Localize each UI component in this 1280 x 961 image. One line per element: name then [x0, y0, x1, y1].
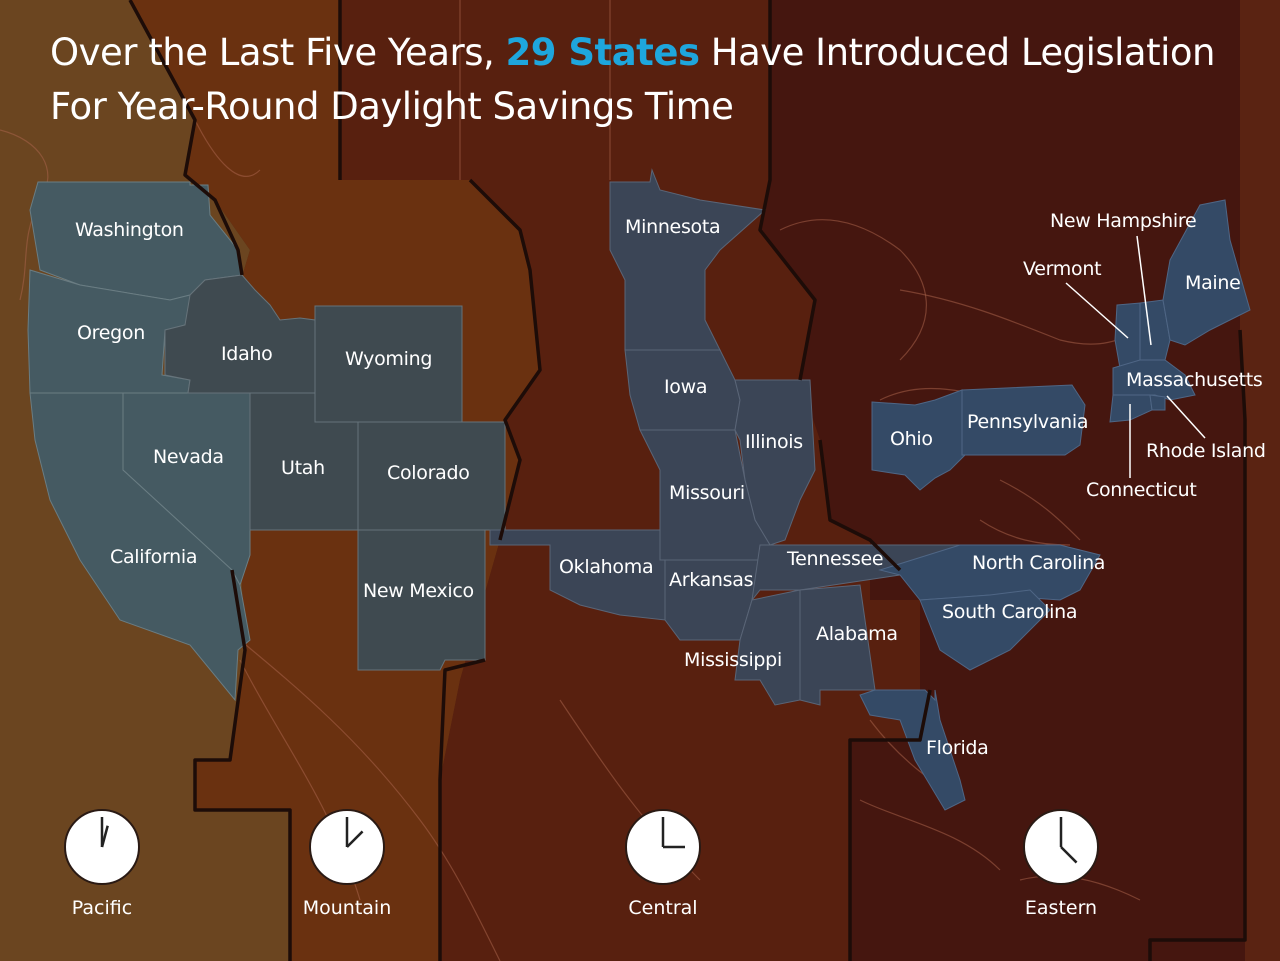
title-line-2: For Year-Round Daylight Savings Time [50, 85, 734, 128]
title-line-1: Over the Last Five Years, 29 States Have… [50, 26, 1215, 80]
label-pennsylvania: Pennsylvania [967, 411, 1089, 433]
label-maine: Maine [1185, 272, 1241, 294]
clock-eastern [1023, 809, 1099, 885]
clock-label-eastern: Eastern [1024, 897, 1098, 919]
label-colorado: Colorado [387, 462, 470, 484]
clock-label-pacific: Pacific [71, 897, 133, 919]
state-vermont[interactable] [1114, 302, 1141, 369]
label-illinois: Illinois [745, 431, 803, 453]
label-oregon: Oregon [77, 322, 145, 344]
label-new-hampshire: New Hampshire [1050, 210, 1197, 232]
clock-pacific [64, 809, 140, 885]
title-highlight: 29 States [505, 31, 700, 74]
label-nevada: Nevada [153, 446, 224, 468]
time-zone-map: Over the Last Five Years, 29 States Have… [0, 0, 1280, 961]
label-massachusetts: Massachusetts [1126, 369, 1263, 391]
label-connecticut: Connecticut [1086, 479, 1197, 501]
label-missouri: Missouri [669, 482, 745, 504]
clock-central [625, 809, 701, 885]
title-line-1-before: Over the Last Five Years, [50, 31, 506, 74]
label-ohio: Ohio [890, 428, 933, 450]
label-new-mexico: New Mexico [363, 580, 474, 602]
clock-mountain [309, 809, 385, 885]
state-rhode-island[interactable] [1149, 394, 1166, 411]
label-florida: Florida [926, 737, 989, 759]
label-tennessee: Tennessee [787, 548, 884, 570]
label-rhode-island: Rhode Island [1146, 440, 1266, 462]
title-line-1-after: Have Introduced Legislation [699, 31, 1216, 74]
label-mississippi: Mississippi [684, 649, 782, 671]
clock-label-central: Central [628, 897, 698, 919]
label-utah: Utah [281, 457, 325, 479]
label-minnesota: Minnesota [625, 216, 721, 238]
label-washington: Washington [75, 219, 184, 241]
label-wyoming: Wyoming [345, 348, 433, 370]
label-oklahoma: Oklahoma [559, 556, 654, 578]
label-arkansas: Arkansas [669, 569, 754, 591]
label-california: California [110, 546, 198, 568]
label-iowa: Iowa [664, 376, 708, 398]
clock-label-mountain: Mountain [302, 897, 392, 919]
label-vermont: Vermont [1023, 258, 1102, 280]
label-south-carolina: South Carolina [942, 601, 1078, 623]
label-alabama: Alabama [816, 623, 898, 645]
page-title: Over the Last Five Years, 29 States Have… [50, 26, 1215, 134]
label-idaho: Idaho [221, 343, 273, 365]
label-north-carolina: North Carolina [972, 552, 1106, 574]
